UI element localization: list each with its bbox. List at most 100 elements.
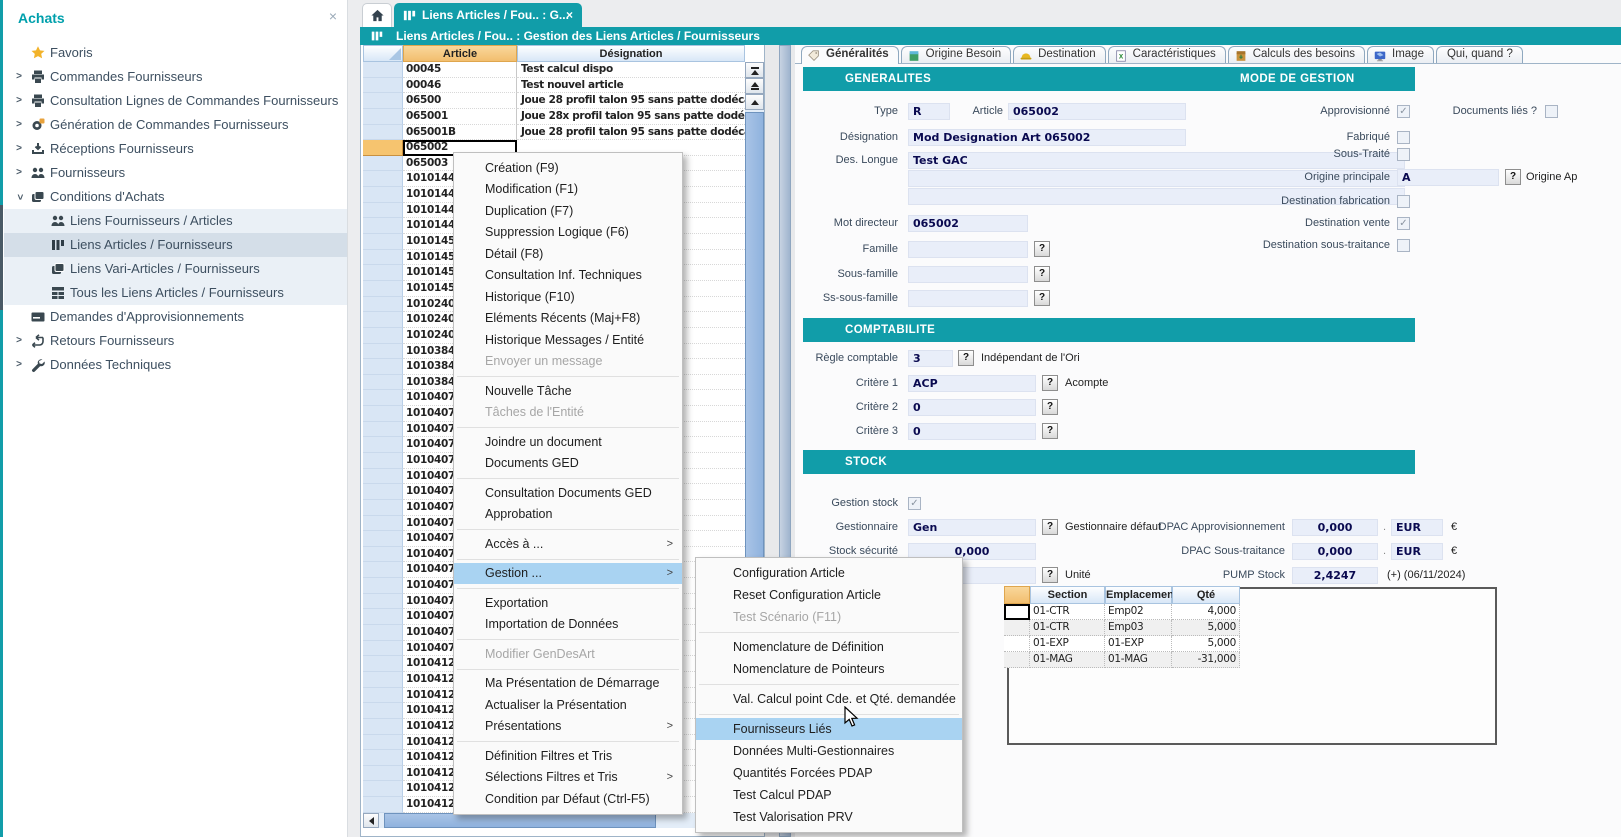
sidebar-item-donn-es-techniques[interactable]: >Données Techniques xyxy=(4,353,347,377)
menu-item-test-calcul-pdap[interactable]: Test Calcul PDAP xyxy=(696,784,962,806)
destination-vente-checkbox[interactable]: ✓ xyxy=(1397,217,1410,230)
row-selector-cell[interactable] xyxy=(363,406,403,422)
table-row[interactable]: 065001BJoue 28 profil talon 95 sans patt… xyxy=(363,125,745,141)
dpac-st-field[interactable]: 0,000 xyxy=(1292,543,1378,560)
article-cell[interactable]: 065001B xyxy=(403,125,517,141)
menu-item-consultation-inf-techniques[interactable]: Consultation Inf. Techniques xyxy=(454,265,682,287)
menu-item-suppression-logique-f6[interactable]: Suppression Logique (F6) xyxy=(454,222,682,244)
row-selector-cell[interactable] xyxy=(363,359,403,375)
sidebar-item-favoris[interactable]: Favoris xyxy=(4,41,347,65)
row-selector-cell[interactable] xyxy=(363,735,403,751)
tab-image[interactable]: Image xyxy=(1367,46,1434,64)
menu-item-importation-de-donn-es[interactable]: Importation de Données xyxy=(454,614,682,636)
sidebar-item-fournisseurs[interactable]: >Fournisseurs xyxy=(4,161,347,185)
article-cell[interactable]: 065001 xyxy=(403,109,517,125)
row-selector-cell[interactable] xyxy=(363,344,403,360)
tab-destination[interactable]: Destination xyxy=(1013,46,1106,64)
approvisionne-checkbox[interactable]: ✓ xyxy=(1397,105,1410,118)
critere3-field[interactable]: 0 xyxy=(908,423,1036,440)
horizontal-scrollbar-thumb[interactable] xyxy=(384,813,656,828)
stock-row-selector[interactable] xyxy=(1004,652,1030,668)
chevron-right-icon[interactable]: > xyxy=(12,65,26,89)
fabrique-checkbox[interactable] xyxy=(1397,131,1410,144)
famille-help-button[interactable]: ? xyxy=(1034,241,1050,257)
sidebar-close-icon[interactable]: × xyxy=(329,8,337,24)
dpac-appro-field[interactable]: 0,000 xyxy=(1292,519,1378,536)
row-selector-cell[interactable] xyxy=(363,703,403,719)
chevron-down-icon[interactable]: > xyxy=(7,190,31,204)
gestionnaire-field[interactable]: Gen xyxy=(908,519,1036,536)
column-header-article[interactable]: Article xyxy=(403,45,517,62)
chevron-right-icon[interactable]: > xyxy=(12,137,26,161)
row-selector-cell[interactable] xyxy=(363,62,403,78)
column-header-designation[interactable]: Désignation xyxy=(517,45,745,62)
sidebar-item-liens-articles-fournisseurs[interactable]: Liens Articles / Fournisseurs xyxy=(4,233,347,257)
menu-item-nouvelle-t-che[interactable]: Nouvelle Tâche xyxy=(454,380,682,402)
menu-item-ma-pr-sentation-de-d-marrage[interactable]: Ma Présentation de Démarrage xyxy=(454,673,682,695)
sidebar-item-liens-fournisseurs-articles[interactable]: Liens Fournisseurs / Articles xyxy=(4,209,347,233)
row-selector-cell[interactable] xyxy=(363,531,403,547)
stock-table-header[interactable]: Emplacement xyxy=(1105,586,1172,604)
regle-help-button[interactable]: ? xyxy=(958,350,974,366)
critere2-help-button[interactable]: ? xyxy=(1042,399,1058,415)
tab-caract-ristiques[interactable]: xCaractéristiques xyxy=(1108,46,1226,64)
chevron-right-icon[interactable]: > xyxy=(12,113,26,137)
menu-item-historique-messages-entit[interactable]: Historique Messages / Entité xyxy=(454,329,682,351)
row-selector-cell[interactable] xyxy=(363,422,403,438)
ss-sous-famille-help-button[interactable]: ? xyxy=(1034,290,1050,306)
row-selector-cell[interactable] xyxy=(363,469,403,485)
designation-cell[interactable]: Joue 28 profil talon 95 sans patte dodéc… xyxy=(517,125,745,141)
ss-sous-famille-field[interactable] xyxy=(908,290,1028,307)
row-selector-cell[interactable] xyxy=(363,719,403,735)
sidebar-item-retours-fournisseurs[interactable]: >Retours Fournisseurs xyxy=(4,329,347,353)
row-selector-cell[interactable] xyxy=(363,93,403,109)
row-selector-cell[interactable] xyxy=(363,578,403,594)
menu-item-val-calcul-point-cde-et-qt-demand-e[interactable]: Val. Calcul point Cde. et Qté. demandée xyxy=(696,688,962,710)
table-row[interactable]: 06500Joue 28 profil talon 95 sans patte … xyxy=(363,93,745,109)
sous-famille-help-button[interactable]: ? xyxy=(1034,266,1050,282)
mot-directeur-field[interactable]: 065002 xyxy=(908,215,1028,232)
menu-item-cr-ation-f9[interactable]: Création (F9) xyxy=(454,157,682,179)
tab-calculs-des-besoins[interactable]: Calculs des besoins xyxy=(1228,46,1365,64)
row-selector-cell[interactable] xyxy=(363,672,403,688)
chevron-right-icon[interactable]: > xyxy=(12,329,26,353)
dpac-st-currency-field[interactable]: EUR xyxy=(1391,543,1443,560)
menu-item-actualiser-la-pr-sentation[interactable]: Actualiser la Présentation xyxy=(454,694,682,716)
horizontal-scrollbar[interactable] xyxy=(363,813,745,828)
pump-stock-field[interactable]: 2,4247 xyxy=(1292,567,1378,584)
menu-item-gestion[interactable]: Gestion ...> xyxy=(454,563,682,585)
row-selector-cell[interactable] xyxy=(363,375,403,391)
row-selector-cell[interactable] xyxy=(363,187,403,203)
tab-g-n-ralit-s[interactable]: Généralités xyxy=(801,46,899,64)
type-field[interactable]: R xyxy=(908,103,950,120)
row-selector-cell[interactable] xyxy=(363,390,403,406)
row-selector-cell[interactable] xyxy=(363,641,403,657)
row-selector-cell[interactable] xyxy=(363,171,403,187)
menu-item-quantit-s-forc-es-pdap[interactable]: Quantités Forcées PDAP xyxy=(696,762,962,784)
row-selector-cell[interactable] xyxy=(363,781,403,797)
scroll-pageup-button[interactable] xyxy=(745,78,764,94)
menu-item-duplication-f7[interactable]: Duplication (F7) xyxy=(454,200,682,222)
row-selector-cell[interactable] xyxy=(363,109,403,125)
row-selector-cell[interactable] xyxy=(363,125,403,141)
menu-item-fournisseurs-li-s[interactable]: Fournisseurs Liés xyxy=(696,718,962,740)
row-selector-cell[interactable] xyxy=(363,688,403,704)
row-selector-cell[interactable] xyxy=(363,594,403,610)
article-cell[interactable]: 06500 xyxy=(403,93,517,109)
scroll-left-button[interactable] xyxy=(363,813,379,828)
tab-origine-besoin[interactable]: Origine Besoin xyxy=(901,46,1011,64)
menu-item-nomenclature-de-d-finition[interactable]: Nomenclature de Définition xyxy=(696,636,962,658)
row-selector-cell[interactable] xyxy=(363,140,403,156)
select-all-header[interactable] xyxy=(363,45,403,62)
menu-item-documents-ged[interactable]: Documents GED xyxy=(454,453,682,475)
menu-item-acc-s[interactable]: Accès à ...> xyxy=(454,533,682,555)
stock-row-selector[interactable] xyxy=(1004,620,1030,636)
row-selector-cell[interactable] xyxy=(363,78,403,94)
row-selector-cell[interactable] xyxy=(363,656,403,672)
row-selector-cell[interactable] xyxy=(363,250,403,266)
row-selector-cell[interactable] xyxy=(363,234,403,250)
menu-item-condition-par-d-faut-ctrl-f5[interactable]: Condition par Défaut (Ctrl-F5) xyxy=(454,788,682,810)
menu-item-reset-configuration-article[interactable]: Reset Configuration Article xyxy=(696,584,962,606)
critere1-help-button[interactable]: ? xyxy=(1042,375,1058,391)
row-selector-cell[interactable] xyxy=(363,797,403,813)
